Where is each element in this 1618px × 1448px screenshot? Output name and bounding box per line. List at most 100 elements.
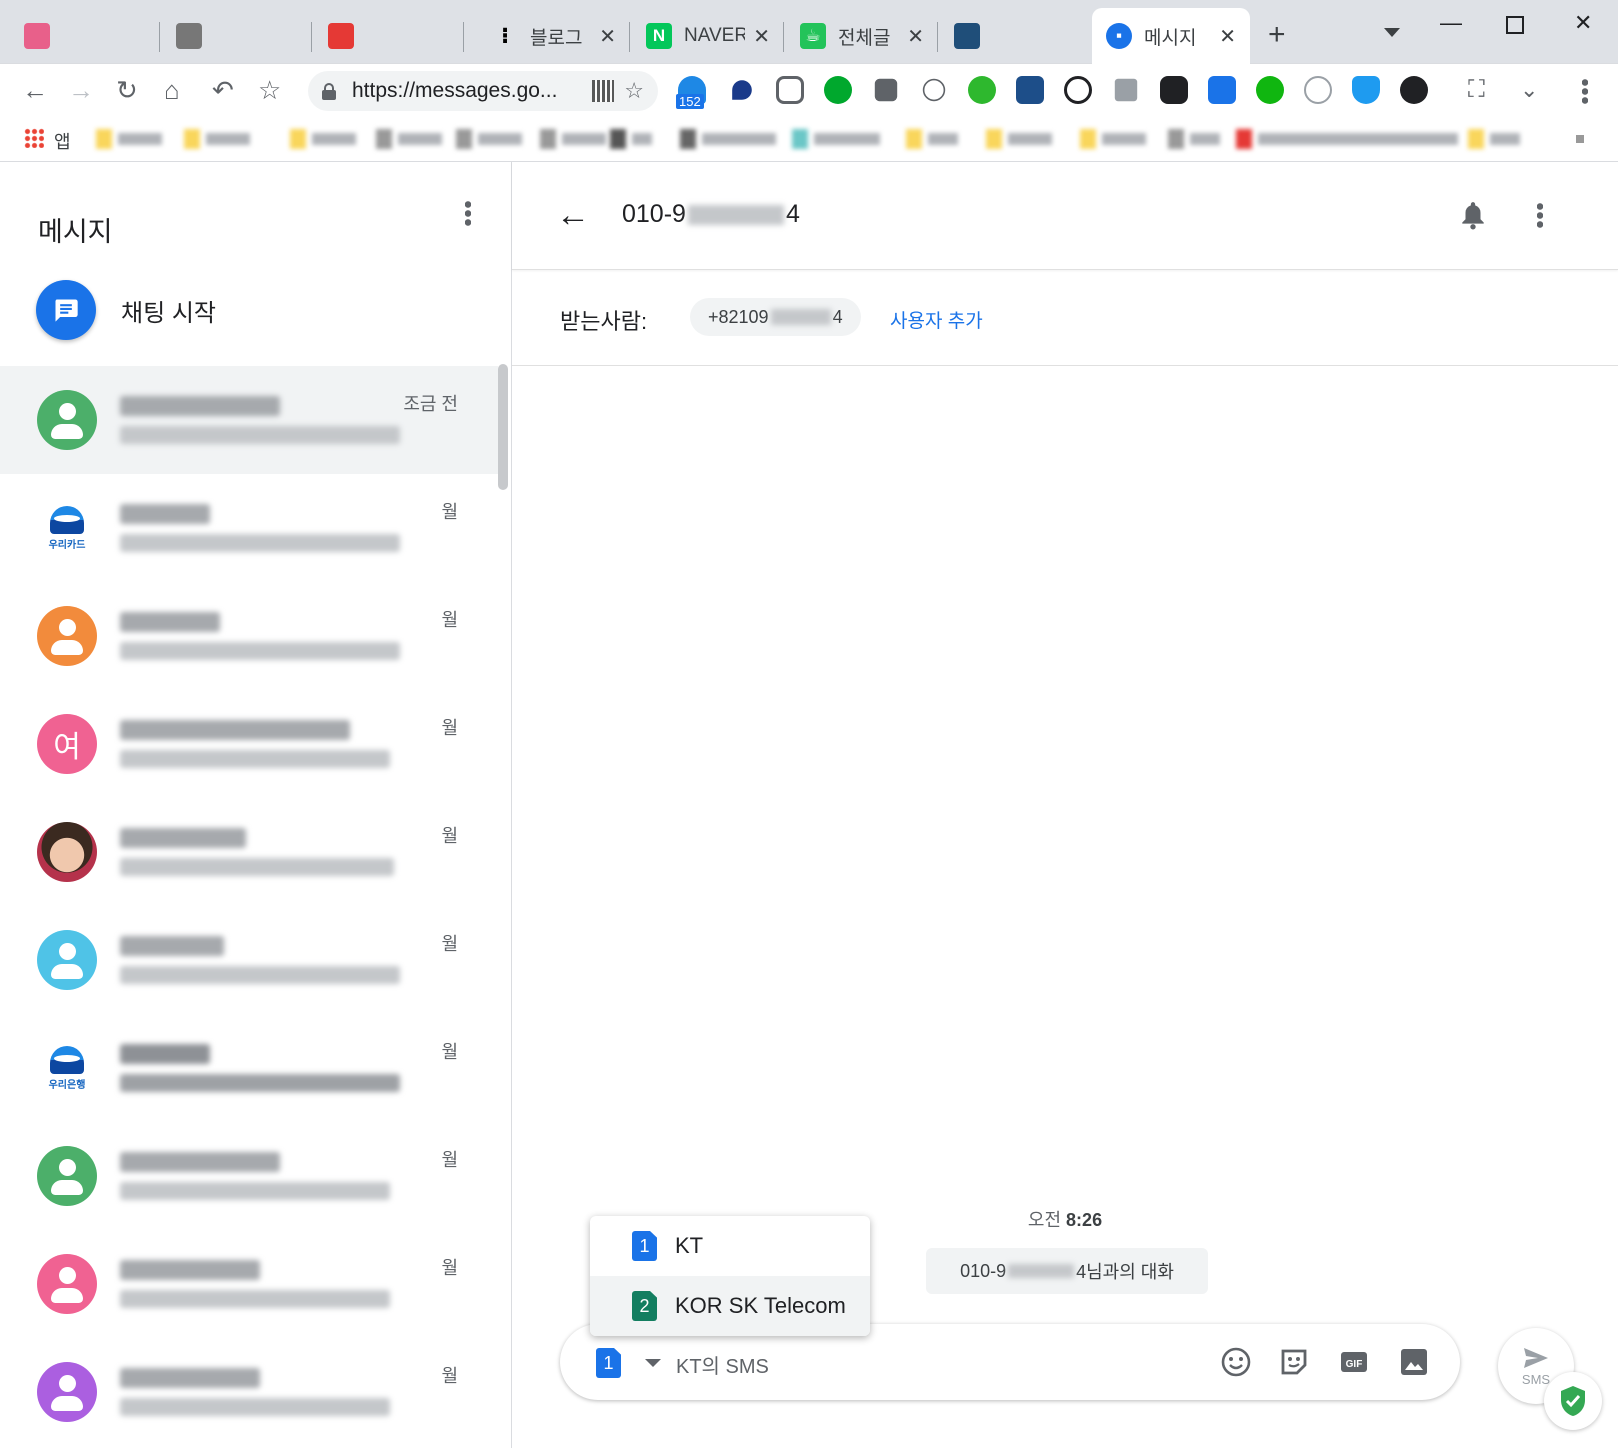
evernote-icon[interactable]: [824, 76, 852, 104]
close-tab-icon[interactable]: ✕: [753, 24, 770, 49]
overflow-chevron-icon[interactable]: ⌄: [1520, 76, 1538, 104]
bookmark-item[interactable]: [290, 126, 356, 152]
conversation-item[interactable]: 우리카드 월: [0, 474, 498, 582]
close-tab-icon[interactable]: ✕: [1219, 24, 1236, 49]
conversation-item[interactable]: 월: [0, 1230, 498, 1338]
close-tab-icon[interactable]: ✕: [907, 24, 924, 49]
qr-code-icon[interactable]: [592, 80, 615, 102]
apps-label[interactable]: 앱: [54, 128, 71, 154]
browser-tab[interactable]: ⁝ 블로그 ✕: [478, 8, 630, 64]
extension-icon[interactable]: [874, 78, 898, 102]
sim-option-label: KOR SK Telecom: [675, 1293, 846, 1318]
person-avatar-icon: [37, 1362, 97, 1422]
browser-tab[interactable]: [10, 8, 160, 64]
bookmark-item[interactable]: [906, 126, 958, 152]
conversation-item[interactable]: 우리은행 월: [0, 1014, 498, 1122]
home-icon[interactable]: ⌂: [164, 76, 180, 104]
lock-extension-icon[interactable]: [1064, 76, 1092, 104]
conversation-snippet-redacted: [120, 1074, 400, 1092]
bookmark-item[interactable]: [610, 126, 652, 152]
shield-check-icon[interactable]: [1544, 1372, 1602, 1430]
back-arrow-icon[interactable]: ←: [556, 196, 590, 235]
apps-grid-icon[interactable]: [24, 128, 44, 148]
add-user-link[interactable]: 사용자 추가: [890, 306, 983, 333]
reload-icon[interactable]: ↻: [116, 76, 138, 104]
back-icon[interactable]: ←: [22, 76, 48, 104]
bell-icon[interactable]: [1460, 200, 1486, 230]
star-icon[interactable]: ☆: [624, 78, 644, 104]
sim-selector[interactable]: 1: [596, 1348, 661, 1378]
minimize-icon[interactable]: —: [1440, 10, 1462, 36]
tooltip-dictionary-icon[interactable]: [1016, 76, 1044, 104]
browser-tab[interactable]: [314, 8, 464, 64]
conversation-item[interactable]: 월: [0, 798, 498, 906]
woori-card-logo-icon: 우리카드: [37, 498, 97, 558]
conversation-name-redacted: [120, 1152, 280, 1172]
tab-search-chevron-icon[interactable]: [1384, 28, 1400, 37]
bookmark-item[interactable]: [1236, 126, 1458, 152]
bookmark-item[interactable]: [456, 126, 522, 152]
person-avatar-icon: [37, 606, 97, 666]
bookmark-item[interactable]: [986, 126, 1052, 152]
extension-icon[interactable]: [1160, 76, 1188, 104]
browser-tab[interactable]: N NAVER ✕: [632, 8, 784, 64]
browser-tab[interactable]: [162, 8, 312, 64]
browser-tab[interactable]: ☕ 전체글 ✕: [786, 8, 938, 64]
bookmark-item[interactable]: [1468, 126, 1520, 152]
sidebar-menu-icon[interactable]: [465, 200, 471, 226]
bookmark-item[interactable]: [96, 126, 162, 152]
emoji-icon[interactable]: [1220, 1346, 1252, 1378]
url-text: https://messages.go...: [352, 79, 558, 102]
sim-option-kt[interactable]: 1 KT: [590, 1216, 870, 1276]
undo-icon[interactable]: ↶: [212, 76, 234, 104]
bookmark-star-icon[interactable]: ☆: [258, 76, 281, 104]
bookmark-item[interactable]: [1080, 126, 1146, 152]
globe-icon[interactable]: [1304, 76, 1332, 104]
bookmark-item[interactable]: [540, 126, 606, 152]
conversation-start-note: 010-9 4님과의 대화: [926, 1248, 1208, 1294]
conversation-snippet-redacted: [120, 534, 400, 552]
camera-icon[interactable]: [1114, 78, 1138, 102]
browser-tab[interactable]: [940, 8, 1090, 64]
extension-icon[interactable]: [922, 78, 946, 102]
tab-title: 메시지: [1144, 27, 1197, 49]
browser-menu-icon[interactable]: [1582, 78, 1588, 104]
sim-option-sk-telecom[interactable]: 2 KOR SK Telecom: [590, 1276, 870, 1336]
address-bar[interactable]: https://messages.go... ☆: [308, 71, 658, 111]
start-chat-button[interactable]: 채팅 시작: [36, 280, 216, 340]
maximize-icon[interactable]: [1506, 16, 1524, 34]
close-window-icon[interactable]: ✕: [1574, 10, 1592, 36]
recipient-chip[interactable]: +82109 4: [690, 298, 861, 336]
conversation-item[interactable]: 조금 전: [0, 366, 498, 474]
bookmark-item[interactable]: [1168, 126, 1220, 152]
bookmark-item[interactable]: [680, 126, 776, 152]
new-tab-icon[interactable]: +: [1268, 18, 1286, 52]
forward-icon[interactable]: →: [68, 76, 94, 104]
sticker-icon[interactable]: [1278, 1346, 1310, 1378]
extension-icon[interactable]: [1256, 76, 1284, 104]
crop-icon[interactable]: ⛶: [1468, 76, 1485, 104]
conversation-item[interactable]: 여 월: [0, 690, 498, 798]
arrow-extension-icon[interactable]: [968, 76, 996, 104]
extension-icon[interactable]: [732, 80, 752, 100]
conversation-item[interactable]: 월: [0, 906, 498, 1014]
gif-icon[interactable]: GIF: [1338, 1346, 1370, 1378]
bookmarks-overflow[interactable]: [1576, 126, 1590, 152]
scissors-icon[interactable]: [1400, 76, 1428, 104]
browser-tab-active[interactable]: ▪ 메시지 ✕: [1092, 8, 1250, 64]
bookmark-item[interactable]: [184, 126, 250, 152]
sidebar-scrollbar[interactable]: [498, 364, 508, 490]
download-icon[interactable]: [1208, 76, 1236, 104]
image-icon[interactable]: [1398, 1346, 1430, 1378]
bookmark-item[interactable]: [376, 126, 442, 152]
tab-favicon: [328, 23, 354, 49]
close-tab-icon[interactable]: ✕: [599, 24, 616, 49]
conversation-item[interactable]: 월: [0, 1338, 498, 1446]
message-input[interactable]: KT의 SMS: [676, 1350, 769, 1379]
conversation-menu-icon[interactable]: [1537, 202, 1543, 228]
shield-extension-icon[interactable]: [1352, 76, 1380, 104]
pocket-icon[interactable]: [776, 76, 804, 104]
conversation-item[interactable]: 월: [0, 1122, 498, 1230]
conversation-item[interactable]: 월: [0, 582, 498, 690]
bookmark-item[interactable]: [792, 126, 880, 152]
